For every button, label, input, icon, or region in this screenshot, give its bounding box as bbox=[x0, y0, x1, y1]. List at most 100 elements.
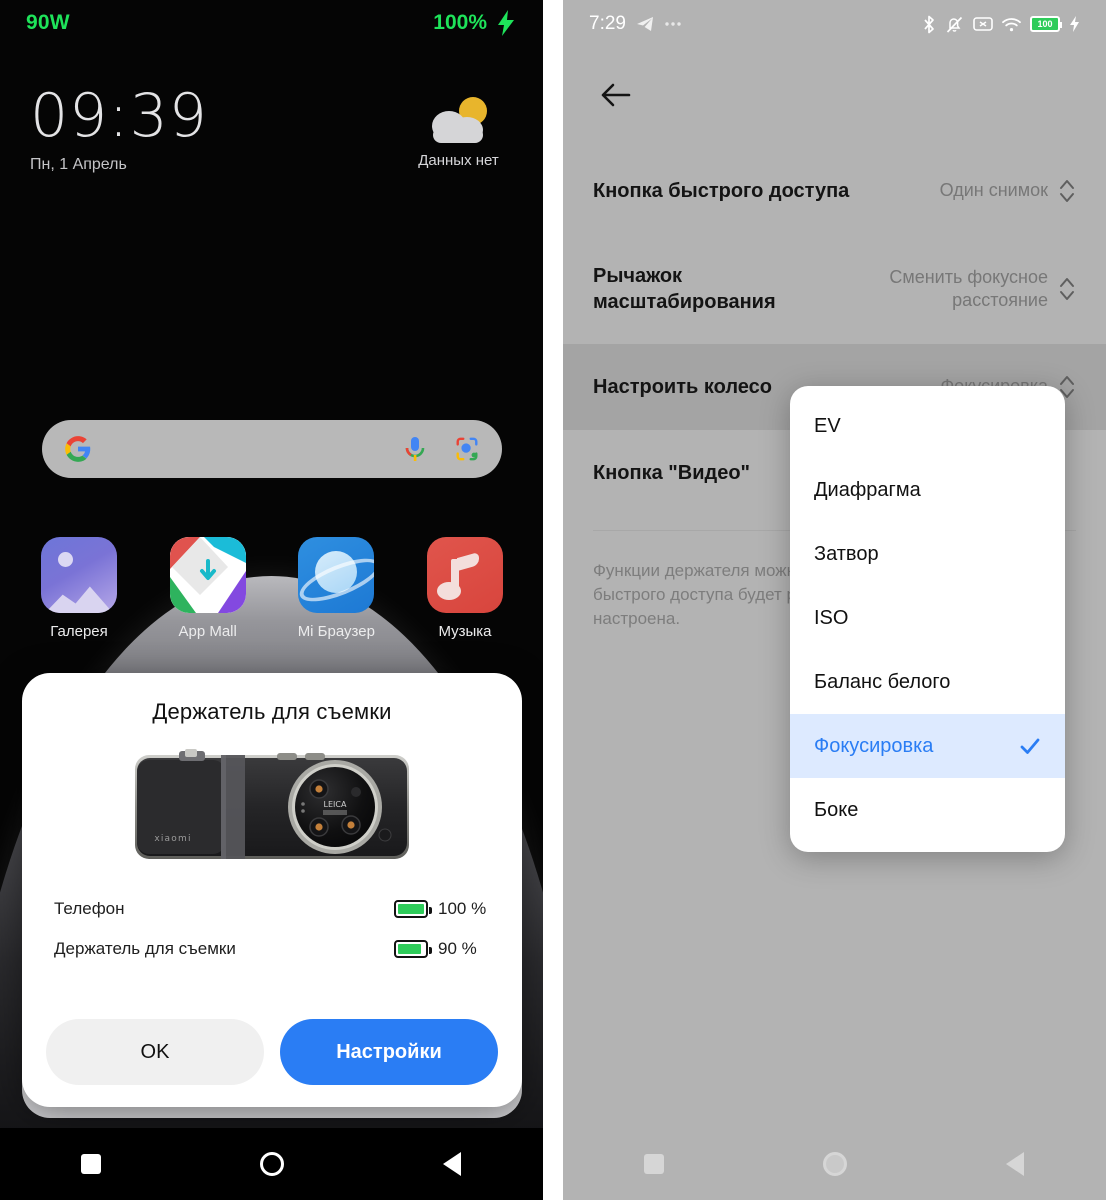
stepper-updown-icon[interactable] bbox=[1058, 175, 1076, 207]
battery-percent-label: 100% bbox=[433, 11, 487, 34]
status-time: 7:29 bbox=[589, 13, 626, 34]
battery-row: Телефон 100 % bbox=[54, 893, 490, 925]
battery-icon bbox=[394, 900, 432, 918]
dropdown-item-aperture[interactable]: Диафрагма bbox=[790, 458, 1065, 522]
setting-label: Рычажок масштабирования bbox=[593, 264, 776, 313]
recents-button[interactable] bbox=[0, 1154, 181, 1174]
dialog-buttons: OK Настройки bbox=[46, 1019, 498, 1085]
wifi-icon bbox=[1002, 17, 1021, 31]
home-button[interactable] bbox=[744, 1152, 925, 1176]
setting-value: Один снимок bbox=[939, 180, 1048, 201]
left-phone-screen: 90W 100% 09:39 Пн, 1 Апрель Данных нет Г… bbox=[0, 0, 543, 1200]
back-triangle-icon bbox=[443, 1152, 462, 1176]
setting-value: Сменить фокусное расстояние bbox=[889, 266, 1048, 310]
svg-text:xiaomi: xiaomi bbox=[154, 834, 191, 844]
app-label: Галерея bbox=[50, 623, 108, 640]
home-button[interactable] bbox=[181, 1152, 362, 1176]
clock-time: 09:39 bbox=[30, 81, 208, 151]
app-item[interactable]: Галерея bbox=[26, 537, 132, 640]
google-g-icon bbox=[65, 436, 91, 462]
dropdown-item-label: EV bbox=[814, 414, 841, 437]
battery-percent: 90 % bbox=[438, 939, 477, 958]
ok-button[interactable]: OK bbox=[46, 1019, 264, 1085]
charging-wattage-label: 90W bbox=[26, 11, 70, 34]
app-label: App Mall bbox=[178, 623, 237, 640]
app-row: Галерея App Mall Mi Браузер Музыка bbox=[26, 537, 518, 640]
more-dots-icon bbox=[665, 22, 681, 26]
weather-widget[interactable]: Данных нет bbox=[396, 94, 521, 169]
telegram-send-icon bbox=[636, 17, 653, 31]
app-label: Mi Браузер bbox=[297, 623, 375, 640]
app-item[interactable]: Музыка bbox=[412, 537, 518, 640]
dropdown-item-ev[interactable]: EV bbox=[790, 394, 1065, 458]
bluetooth-icon bbox=[924, 15, 934, 33]
app-mall-icon bbox=[169, 537, 246, 613]
left-navigation-bar bbox=[0, 1128, 543, 1200]
stepper-updown-icon[interactable] bbox=[1058, 273, 1076, 305]
weather-condition: Данных нет bbox=[418, 152, 499, 169]
back-button[interactable] bbox=[362, 1152, 543, 1176]
app-item[interactable]: App Mall bbox=[155, 537, 261, 640]
battery-row-label: Телефон bbox=[54, 899, 125, 918]
dropdown-item-label: Баланс белого bbox=[814, 670, 951, 693]
arrow-left-icon bbox=[601, 83, 631, 107]
svg-text:LEICA: LEICA bbox=[324, 800, 347, 809]
lightning-bolt-icon bbox=[1070, 16, 1079, 32]
battery-percent: 100 % bbox=[438, 899, 487, 918]
lightning-bolt-icon bbox=[498, 10, 514, 36]
xiaomi-camera-grip-photo: LEICA xiaomi bbox=[127, 747, 417, 867]
back-navigation-button[interactable] bbox=[595, 72, 643, 118]
dropdown-item-label: Диафрагма bbox=[814, 478, 921, 501]
dropdown-item-white-balance[interactable]: Баланс белого bbox=[790, 650, 1065, 714]
cloud-sun-icon bbox=[431, 97, 487, 143]
back-triangle-icon bbox=[1006, 1152, 1025, 1176]
music-icon bbox=[426, 537, 503, 613]
right-phone-screen: 7:29 100 Кнопка быстрого доступа Один сн… bbox=[563, 0, 1106, 1200]
setting-row-quick-button[interactable]: Кнопка быстрого доступа Один снимок bbox=[563, 148, 1106, 234]
screenshot-root: 90W 100% 09:39 Пн, 1 Апрель Данных нет Г… bbox=[0, 0, 1106, 1200]
dropdown-item-iso[interactable]: ISO bbox=[790, 586, 1065, 650]
back-button[interactable] bbox=[925, 1152, 1106, 1176]
google-search-bar[interactable] bbox=[42, 420, 502, 478]
dropdown-item-label: ISO bbox=[814, 606, 849, 629]
setting-label: Настроить колесо bbox=[593, 375, 772, 398]
dropdown-item-shutter[interactable]: Затвор bbox=[790, 522, 1065, 586]
app-item[interactable]: Mi Браузер bbox=[283, 537, 389, 640]
microphone-icon[interactable] bbox=[402, 435, 428, 463]
setting-label: Кнопка быстрого доступа bbox=[593, 179, 850, 202]
dropdown-item-label: Фокусировка bbox=[814, 734, 934, 757]
home-circle-icon bbox=[822, 1152, 847, 1176]
google-lens-icon[interactable] bbox=[454, 435, 480, 463]
no-sim-icon bbox=[973, 17, 993, 31]
settings-button[interactable]: Настройки bbox=[280, 1019, 498, 1085]
setting-label: Кнопка "Видео" bbox=[593, 461, 751, 484]
check-mark-icon bbox=[1020, 738, 1040, 754]
battery-icon bbox=[394, 940, 432, 958]
clock-date: Пн, 1 Апрель bbox=[30, 156, 127, 173]
left-status-bar: 90W 100% bbox=[0, 0, 543, 46]
home-circle-icon bbox=[259, 1152, 284, 1176]
right-status-bar: 7:29 100 bbox=[563, 0, 1106, 48]
right-navigation-bar bbox=[563, 1128, 1106, 1200]
recents-button[interactable] bbox=[563, 1154, 744, 1174]
gallery-icon bbox=[41, 537, 117, 613]
mute-bell-icon bbox=[946, 16, 963, 33]
battery-row-label: Держатель для съемки bbox=[54, 939, 236, 958]
mi-browser-icon bbox=[298, 537, 375, 613]
app-label: Музыка bbox=[438, 623, 492, 640]
dropdown-item-focus[interactable]: Фокусировка bbox=[790, 714, 1065, 778]
lockscreen-clock: 09:39 Пн, 1 Апрель bbox=[30, 86, 208, 174]
recents-square-icon bbox=[643, 1154, 664, 1174]
dropdown-item-label: Боке bbox=[814, 798, 859, 821]
recents-square-icon bbox=[80, 1154, 101, 1174]
battery-rows: Телефон 100 % Держатель для съемки 90 % bbox=[46, 893, 498, 965]
camera-grip-dialog: Держатель для съемки LEICA xiaomi Телефо… bbox=[22, 673, 522, 1107]
dropdown-item-label: Затвор bbox=[814, 542, 879, 565]
status-battery-label: 100 bbox=[1037, 18, 1053, 29]
status-battery-icon: 100 bbox=[1030, 16, 1062, 32]
wheel-function-dropdown: EV Диафрагма Затвор ISO Баланс белого Фо… bbox=[790, 386, 1065, 852]
dropdown-item-bokeh[interactable]: Боке bbox=[790, 778, 1065, 842]
battery-row: Держатель для съемки 90 % bbox=[54, 933, 490, 965]
setting-row-zoom-lever[interactable]: Рычажок масштабирования Сменить фокусное… bbox=[563, 234, 1106, 344]
dialog-title: Держатель для съемки bbox=[152, 699, 392, 724]
